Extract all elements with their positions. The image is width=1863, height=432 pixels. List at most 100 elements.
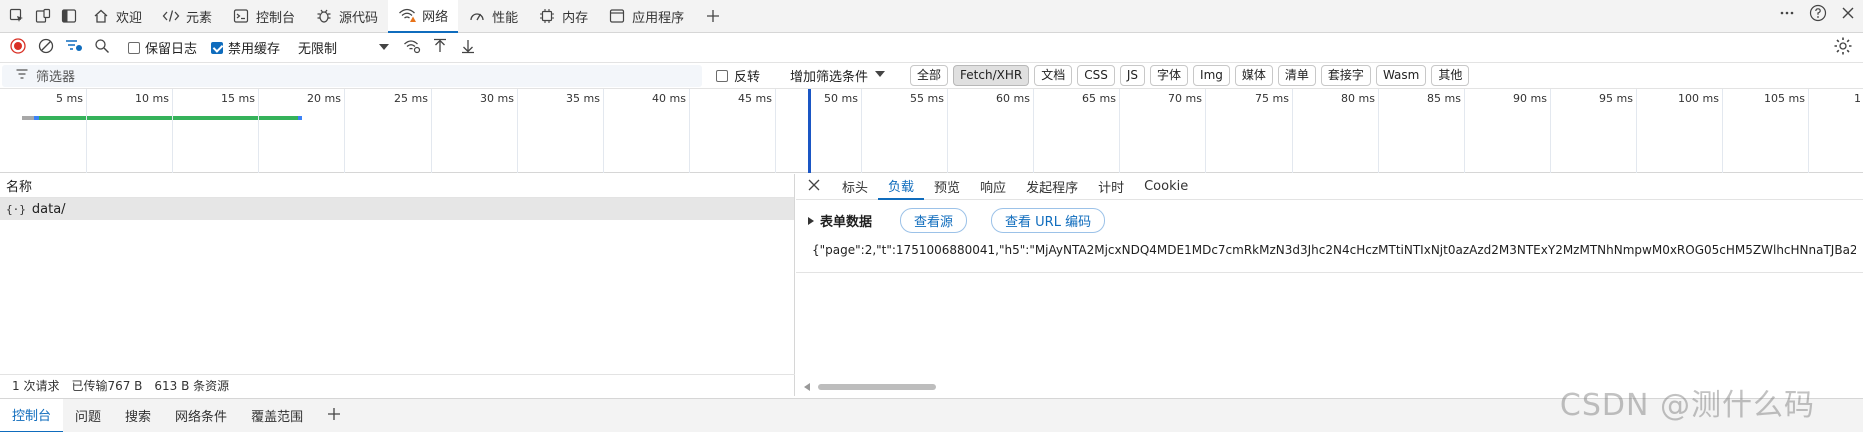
drawer-tab-search[interactable]: 搜索 [113, 399, 163, 432]
drawer-tab-issues[interactable]: 问题 [63, 399, 113, 432]
invert-label: 反转 [734, 70, 761, 85]
home-icon [92, 7, 110, 25]
disable-cache-checkbox[interactable]: 禁用缓存 [211, 38, 280, 57]
resource-type-filters: 全部 Fetch/XHR 文档 CSS JS 字体 Img 媒体 清单 套接字 … [910, 65, 1470, 86]
tab-memory[interactable]: 内存 [528, 0, 598, 33]
checkbox-box[interactable] [128, 41, 140, 54]
tabbar-actions [1779, 4, 1855, 25]
close-devtools-icon[interactable] [1841, 6, 1855, 23]
view-url-encoded-button[interactable]: 查看 URL 编码 [991, 208, 1106, 233]
memory-chip-icon [538, 7, 556, 25]
timeline-tick-label: 70 ms [1168, 92, 1202, 105]
column-header-name[interactable]: 名称 [0, 174, 794, 198]
close-details-button[interactable] [804, 177, 824, 197]
tab-response[interactable]: 响应 [970, 174, 1016, 200]
timeline-overview[interactable]: 5 ms 10 ms 15 ms 20 ms 25 ms 30 ms 35 ms 40 ms 4… [0, 89, 1863, 173]
tab-cookies[interactable]: Cookie [1134, 174, 1198, 200]
dock-side-icon[interactable] [56, 3, 82, 29]
filter-chip-manifest[interactable]: 清单 [1277, 65, 1316, 86]
scrollbar-thumb[interactable] [818, 384, 936, 390]
invert-checkbox[interactable]: 反转 [716, 66, 760, 85]
form-data-header: 表单数据 查看源 查看 URL 编码 [796, 200, 1863, 233]
tab-application[interactable]: 应用程序 [598, 0, 694, 33]
tab-timing[interactable]: 计时 [1088, 174, 1134, 200]
filter-chip-css[interactable]: CSS [1077, 65, 1115, 86]
more-options-icon[interactable] [1779, 5, 1795, 24]
filter-toggle-button[interactable] [62, 36, 86, 60]
filter-chip-fetch-xhr[interactable]: Fetch/XHR [953, 65, 1030, 86]
filter-chip-js[interactable]: JS [1119, 65, 1146, 86]
timeline-tick-label: 95 ms [1599, 92, 1633, 105]
more-filters-dropdown[interactable]: 增加筛选条件 [790, 66, 886, 85]
clear-icon [38, 38, 54, 57]
tab-sources[interactable]: 源代码 [305, 0, 388, 33]
timeline-gridline [1722, 89, 1723, 173]
filter-placeholder: 筛选器 [36, 70, 76, 85]
scroll-left-icon[interactable] [804, 383, 810, 391]
record-button[interactable] [6, 36, 30, 60]
tab-label: 欢迎 [116, 10, 143, 26]
export-har-button[interactable] [456, 36, 480, 60]
filter-chip-other[interactable]: 其他 [1431, 65, 1470, 86]
tab-elements[interactable]: 元素 [152, 0, 222, 33]
timeline-gridline [1205, 89, 1206, 173]
throttle-dropdown-button[interactable] [372, 36, 396, 60]
table-row[interactable]: {·} data/ [0, 198, 794, 220]
plus-icon [327, 407, 341, 425]
form-data-title: 表单数据 [820, 215, 873, 230]
network-settings-button[interactable] [1833, 36, 1853, 59]
wifi-settings-icon [403, 38, 421, 57]
timeline-tick-label: 1 [1854, 92, 1861, 105]
throttling-select[interactable]: 无限制 [298, 38, 368, 57]
filter-chip-socket[interactable]: 套接字 [1320, 65, 1371, 86]
help-icon[interactable] [1809, 4, 1827, 25]
filter-chip-wasm[interactable]: Wasm [1375, 65, 1427, 86]
drawer-tab-coverage[interactable]: 覆盖范围 [239, 399, 315, 432]
tab-console[interactable]: 控制台 [222, 0, 305, 33]
filter-chip-doc[interactable]: 文档 [1034, 65, 1073, 86]
timeline-tick-label: 90 ms [1513, 92, 1547, 105]
drawer-add-tab-button[interactable] [315, 399, 353, 432]
tab-network[interactable]: 网络 [388, 0, 459, 33]
search-button[interactable] [90, 36, 114, 60]
timeline-tick-label: 40 ms [652, 92, 686, 105]
clear-button[interactable] [34, 36, 58, 60]
view-source-button[interactable]: 查看源 [900, 208, 968, 233]
device-emulation-icon[interactable] [30, 3, 56, 29]
console-icon [232, 7, 250, 25]
tab-welcome[interactable]: 欢迎 [82, 0, 152, 33]
filter-chip-all[interactable]: 全部 [910, 65, 949, 86]
tab-performance[interactable]: 性能 [458, 0, 528, 33]
timeline-tick-label: 30 ms [480, 92, 514, 105]
preserve-log-checkbox[interactable]: 保留日志 [128, 38, 197, 57]
timeline-tick-label: 35 ms [566, 92, 600, 105]
tab-payload[interactable]: 负载 [878, 174, 925, 200]
import-har-button[interactable] [428, 36, 452, 60]
plus-icon [704, 7, 722, 25]
tab-preview[interactable]: 预览 [924, 174, 970, 200]
checkbox-box[interactable] [716, 69, 728, 82]
xhr-braces-icon: {·} [6, 202, 26, 216]
code-icon [162, 7, 180, 25]
tab-headers[interactable]: 标头 [832, 174, 878, 200]
tab-label: 性能 [492, 10, 519, 26]
add-tab-button[interactable] [694, 0, 732, 33]
inspect-element-icon[interactable] [4, 3, 30, 29]
timeline-gridline [1033, 89, 1034, 173]
filter-chip-font[interactable]: 字体 [1150, 65, 1189, 86]
timeline-gridline [1292, 89, 1293, 173]
network-conditions-button[interactable] [400, 36, 424, 60]
drawer-tab-console[interactable]: 控制台 [0, 398, 64, 432]
timeline-tick-label: 100 ms [1678, 92, 1719, 105]
filter-chip-media[interactable]: 媒体 [1234, 65, 1273, 86]
performance-icon [468, 7, 486, 25]
timeline-gridline [517, 89, 518, 173]
form-data-toggle[interactable]: 表单数据 [808, 211, 872, 230]
filter-input[interactable]: 筛选器 [2, 64, 702, 87]
drawer-tab-network-conditions[interactable]: 网络条件 [163, 399, 239, 432]
checkbox-box[interactable] [211, 41, 224, 54]
timeline-tick-label: 20 ms [307, 92, 341, 105]
filter-chip-img[interactable]: Img [1193, 65, 1230, 86]
tab-initiator[interactable]: 发起程序 [1016, 174, 1088, 200]
bug-icon [315, 7, 333, 25]
